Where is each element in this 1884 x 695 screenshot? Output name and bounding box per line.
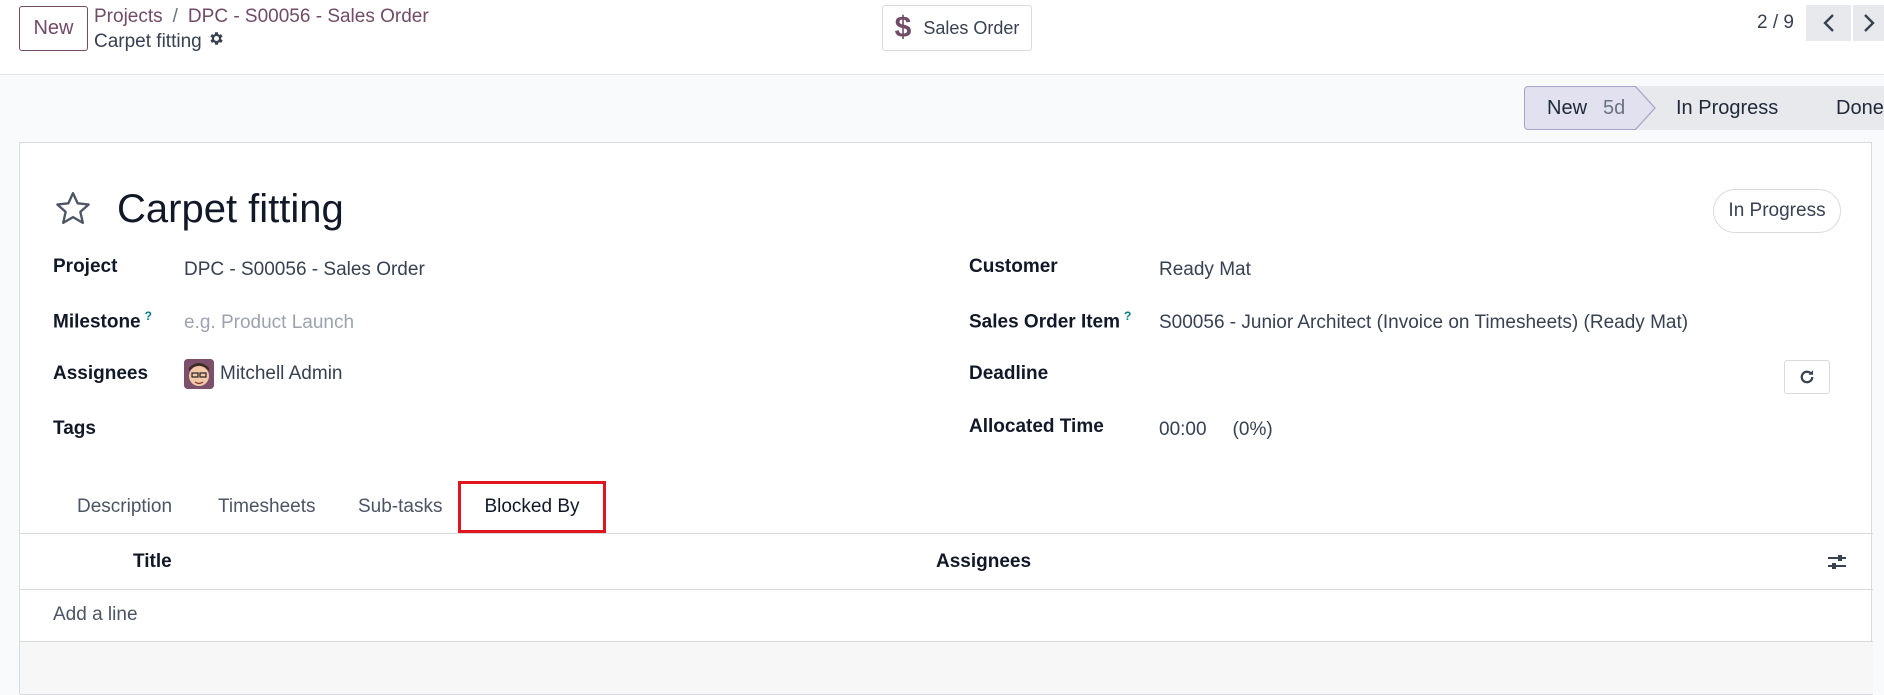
- sales-order-item-label: Sales Order Item?: [969, 309, 1131, 333]
- assignee-name: Mitchell Admin: [220, 363, 343, 384]
- dollar-icon: $: [894, 11, 912, 44]
- chevron-left-icon: [1822, 14, 1834, 32]
- list-header: Title Assignees: [20, 534, 1873, 590]
- milestone-label: Milestone?: [53, 309, 152, 333]
- task-title[interactable]: Carpet fitting: [117, 187, 344, 232]
- refresh-button[interactable]: [1784, 360, 1830, 394]
- refresh-icon: [1800, 370, 1814, 384]
- stage-arrow-active: [1635, 86, 1656, 130]
- milestone-label-text: Milestone: [53, 311, 141, 333]
- breadcrumb: Projects / DPC - S00056 - Sales Order: [94, 6, 429, 28]
- milestone-help-icon[interactable]: ?: [145, 309, 152, 323]
- allocated-time-field[interactable]: 00:00 (0%): [1159, 419, 1273, 441]
- project-label: Project: [53, 256, 118, 277]
- allocated-time-percent: (0%): [1232, 419, 1273, 440]
- pager-previous-button[interactable]: [1806, 5, 1851, 41]
- stage-in-progress[interactable]: In Progress: [1636, 86, 1806, 130]
- chevron-right-icon: [1863, 14, 1875, 32]
- column-title[interactable]: Title: [133, 551, 172, 573]
- tab-description[interactable]: Description: [77, 480, 172, 534]
- avatar: [184, 359, 214, 389]
- pager-next-button[interactable]: [1853, 5, 1884, 41]
- stage-new-duration: 5d: [1603, 96, 1626, 119]
- star-icon[interactable]: [53, 189, 93, 229]
- project-field[interactable]: DPC - S00056 - Sales Order: [184, 259, 425, 281]
- breadcrumb-project[interactable]: DPC - S00056 - Sales Order: [188, 6, 429, 27]
- allocated-time-label: Allocated Time: [969, 416, 1104, 437]
- allocated-time-value[interactable]: 00:00: [1159, 419, 1207, 440]
- form-sheet: Carpet fitting In Progress Project DPC -…: [19, 142, 1873, 695]
- stage-new-label: New: [1547, 96, 1588, 119]
- customer-label: Customer: [969, 256, 1058, 277]
- add-line-row: Add a line: [20, 590, 1873, 642]
- tab-blocked-by[interactable]: Blocked By: [458, 481, 606, 533]
- optional-columns-icon[interactable]: [1827, 553, 1847, 571]
- customer-field[interactable]: Ready Mat: [1159, 259, 1251, 281]
- current-record-name: Carpet fitting: [94, 30, 202, 52]
- control-panel: New Projects / DPC - S00056 - Sales Order …: [0, 0, 1884, 75]
- tab-timesheets[interactable]: Timesheets: [218, 480, 316, 534]
- sales-order-item-help-icon[interactable]: ?: [1124, 309, 1131, 323]
- sales-order-item-label-text: Sales Order Item: [969, 311, 1121, 333]
- assignees-label: Assignees: [53, 363, 149, 384]
- list-empty-row: [20, 642, 1873, 695]
- deadline-label: Deadline: [969, 363, 1049, 384]
- notebook-tabs: Description Timesheets Sub-tasks Blocked…: [20, 480, 1873, 534]
- tab-sub-tasks[interactable]: Sub-tasks: [358, 480, 442, 534]
- stage-done[interactable]: Done: [1806, 86, 1884, 130]
- breadcrumb-projects[interactable]: Projects: [94, 6, 163, 27]
- gear-icon[interactable]: [208, 30, 225, 53]
- pager-value[interactable]: 2 / 9: [1757, 12, 1794, 34]
- stage-done-label: Done: [1836, 96, 1884, 119]
- assignees-field[interactable]: Mitchell Admin: [184, 359, 343, 389]
- add-a-line-link[interactable]: Add a line: [53, 604, 138, 626]
- stage-in-progress-label: In Progress: [1676, 96, 1779, 119]
- tags-label: Tags: [53, 418, 96, 439]
- sales-order-item-field[interactable]: S00056 - Junior Architect (Invoice on Ti…: [1159, 312, 1688, 334]
- breadcrumb-separator: /: [172, 6, 178, 27]
- deadline-field[interactable]: [1159, 361, 1759, 391]
- milestone-field[interactable]: e.g. Product Launch: [184, 312, 354, 334]
- task-state-button[interactable]: In Progress: [1713, 189, 1841, 233]
- current-record: Carpet fitting: [94, 30, 225, 53]
- tags-field[interactable]: [184, 415, 784, 445]
- sales-order-label: Sales Order: [923, 17, 1020, 38]
- sales-order-smart-button[interactable]: $ Sales Order: [882, 5, 1032, 51]
- new-button[interactable]: New: [19, 6, 88, 51]
- column-assignees[interactable]: Assignees: [936, 551, 1031, 573]
- stage-new[interactable]: New 5d: [1524, 86, 1636, 130]
